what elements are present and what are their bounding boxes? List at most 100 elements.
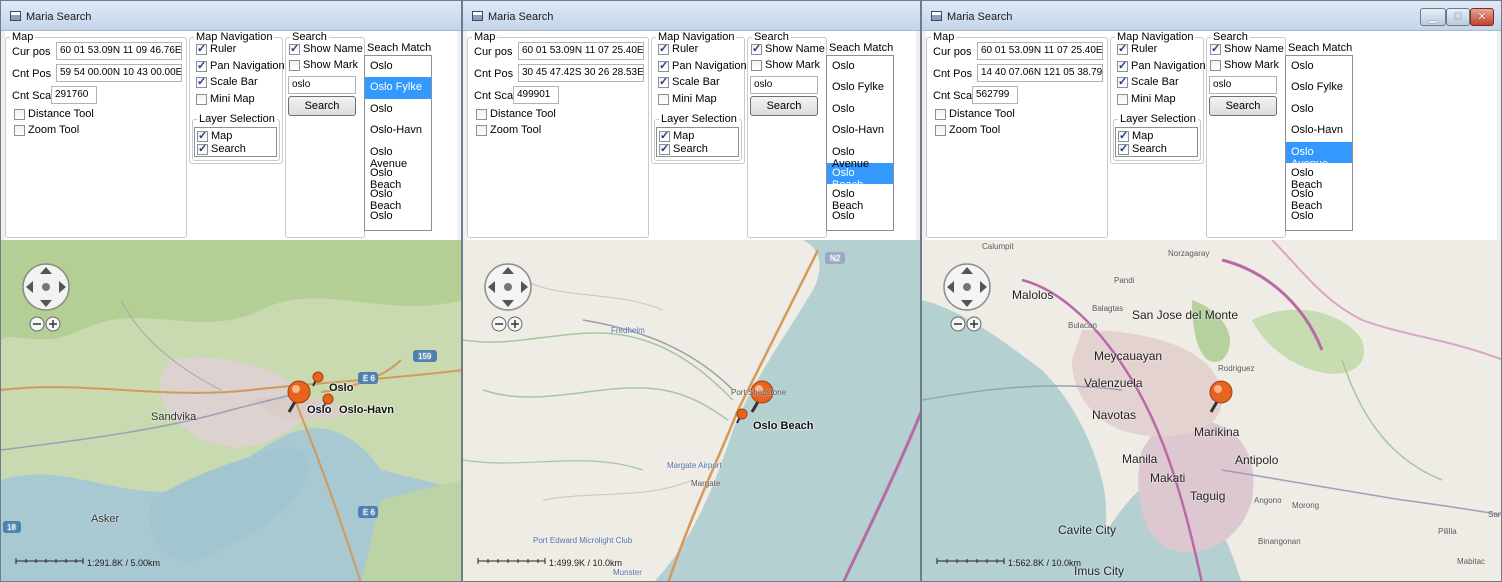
distance-tool-checkbox[interactable]: Distance Tool bbox=[935, 108, 1015, 120]
pan-navigation-checkbox[interactable]: Pan Navigation bbox=[1117, 59, 1206, 72]
ruler-checkbox[interactable]: Ruler bbox=[196, 42, 236, 55]
search-match-item[interactable]: Oslo bbox=[827, 56, 893, 77]
show-name-checkbox[interactable]: Show Name bbox=[751, 42, 825, 55]
search-match-item[interactable]: Oslo bbox=[1286, 56, 1352, 77]
cnt-pos-field[interactable]: 14 40 07.06N 121 05 38.79E bbox=[977, 64, 1103, 82]
layer-map-checkbox-box[interactable] bbox=[659, 129, 670, 142]
pan-navigation-checkbox-box[interactable] bbox=[658, 59, 669, 72]
zoom-tool-checkbox[interactable]: Zoom Tool bbox=[14, 124, 79, 136]
layer-map-checkbox[interactable]: Map bbox=[659, 129, 694, 142]
scale-bar-checkbox-box[interactable] bbox=[658, 75, 669, 88]
search-match-item[interactable]: Oslo Avenue bbox=[1286, 141, 1352, 170]
ruler-checkbox-box[interactable] bbox=[658, 42, 669, 55]
search-match-list[interactable]: Oslo Oslo Fylke Oslo Oslo-Havn Oslo Avenue Os… bbox=[826, 55, 894, 231]
show-mark-checkbox[interactable]: Show Mark bbox=[289, 59, 358, 71]
layer-search-checkbox-box[interactable] bbox=[197, 142, 208, 155]
layer-map-checkbox[interactable]: Map bbox=[197, 129, 232, 142]
search-match-item[interactable]: Oslo-Havn bbox=[365, 120, 431, 141]
show-mark-checkbox-box[interactable] bbox=[751, 59, 762, 71]
distance-tool-checkbox-box[interactable] bbox=[935, 108, 946, 120]
search-match-item[interactable]: Oslo Fylke bbox=[827, 77, 893, 98]
search-match-item[interactable]: Oslo Fylke bbox=[365, 77, 431, 99]
ruler-checkbox[interactable]: Ruler bbox=[658, 42, 698, 55]
layer-map-checkbox-box[interactable] bbox=[197, 129, 208, 142]
search-match-item[interactable]: Oslo bbox=[827, 99, 893, 120]
cnt-sca-field[interactable]: 562799 bbox=[972, 86, 1018, 104]
cnt-sca-field[interactable]: 499901 bbox=[513, 86, 559, 104]
search-match-item[interactable]: Oslo-Havn bbox=[1286, 120, 1352, 141]
search-match-list[interactable]: Oslo Oslo Fylke Oslo Oslo-Havn Oslo Avenue Os… bbox=[364, 55, 432, 231]
scale-bar-checkbox-box[interactable] bbox=[196, 75, 207, 88]
map-pin-small[interactable] bbox=[310, 371, 324, 389]
map-pin-large[interactable] bbox=[1206, 380, 1234, 420]
pan-navigation-checkbox-box[interactable] bbox=[196, 59, 207, 72]
search-button[interactable]: Search bbox=[750, 96, 818, 116]
close-button[interactable]: ✕ bbox=[1470, 8, 1494, 26]
zoom-tool-checkbox-box[interactable] bbox=[14, 124, 25, 136]
ruler-checkbox-box[interactable] bbox=[1117, 42, 1128, 55]
layer-search-checkbox[interactable]: Search bbox=[197, 142, 246, 155]
cnt-pos-field[interactable]: 30 45 47.42S 30 26 28.53E bbox=[518, 64, 644, 82]
search-input[interactable]: oslo bbox=[750, 76, 818, 94]
distance-tool-checkbox-box[interactable] bbox=[476, 108, 487, 120]
show-name-checkbox-box[interactable] bbox=[1210, 42, 1221, 55]
map-pin-small[interactable] bbox=[734, 408, 748, 426]
mini-map-checkbox[interactable]: Mini Map bbox=[658, 93, 717, 105]
show-mark-checkbox-box[interactable] bbox=[289, 59, 300, 71]
show-mark-checkbox-box[interactable] bbox=[1210, 59, 1221, 71]
distance-tool-checkbox[interactable]: Distance Tool bbox=[476, 108, 556, 120]
mini-map-checkbox[interactable]: Mini Map bbox=[1117, 93, 1176, 105]
map-view[interactable]: Malolos San Jose del Monte Meycauayan Valen… bbox=[922, 240, 1501, 581]
search-button[interactable]: Search bbox=[1209, 96, 1277, 116]
show-name-checkbox-box[interactable] bbox=[289, 42, 300, 55]
pan-navigator[interactable] bbox=[483, 262, 533, 312]
layer-search-checkbox-box[interactable] bbox=[1118, 142, 1129, 155]
zoom-tool-checkbox[interactable]: Zoom Tool bbox=[476, 124, 541, 136]
show-name-checkbox[interactable]: Show Name bbox=[1210, 42, 1284, 55]
pan-navigator[interactable] bbox=[942, 262, 992, 312]
maximize-button[interactable]: □ bbox=[1446, 8, 1470, 26]
ruler-checkbox-box[interactable] bbox=[196, 42, 207, 55]
distance-tool-checkbox[interactable]: Distance Tool bbox=[14, 108, 94, 120]
pan-navigator[interactable] bbox=[21, 262, 71, 312]
map-view[interactable]: Oslo Beach Port Shepstone Margate Margat… bbox=[463, 240, 920, 581]
search-match-list[interactable]: Oslo Oslo Fylke Oslo Oslo-Havn Oslo Avenue Os… bbox=[1285, 55, 1353, 231]
search-match-item[interactable]: Oslo bbox=[365, 99, 431, 120]
search-button[interactable]: Search bbox=[288, 96, 356, 116]
layer-search-checkbox-box[interactable] bbox=[659, 142, 670, 155]
title-bar[interactable]: Maria Search ▁ □ ✕ bbox=[922, 1, 1501, 31]
mini-map-checkbox[interactable]: Mini Map bbox=[196, 93, 255, 105]
pan-navigation-checkbox[interactable]: Pan Navigation bbox=[658, 59, 747, 72]
search-input[interactable]: oslo bbox=[288, 76, 356, 94]
search-input[interactable]: oslo bbox=[1209, 76, 1277, 94]
search-match-item[interactable]: Oslo Fylke bbox=[1286, 77, 1352, 98]
title-bar[interactable]: Maria Search bbox=[463, 1, 920, 31]
minimize-button[interactable]: ▁ bbox=[1420, 8, 1446, 26]
search-match-item[interactable]: Oslo bbox=[365, 56, 431, 77]
map-pin-large[interactable] bbox=[747, 380, 775, 420]
map-view[interactable]: Oslo Oslo Oslo-Havn Sandvika Asker E 6 E… bbox=[1, 240, 461, 581]
mini-map-checkbox-box[interactable] bbox=[658, 93, 669, 105]
search-match-item[interactable]: Oslo Avenue bbox=[827, 142, 893, 170]
zoom-tool-checkbox[interactable]: Zoom Tool bbox=[935, 124, 1000, 136]
show-name-checkbox[interactable]: Show Name bbox=[289, 42, 363, 55]
distance-tool-checkbox-box[interactable] bbox=[14, 108, 25, 120]
pan-navigation-checkbox-box[interactable] bbox=[1117, 59, 1128, 72]
scale-bar-checkbox[interactable]: Scale Bar bbox=[658, 75, 720, 88]
ruler-checkbox[interactable]: Ruler bbox=[1117, 42, 1157, 55]
pan-navigation-checkbox[interactable]: Pan Navigation bbox=[196, 59, 285, 72]
layer-map-checkbox[interactable]: Map bbox=[1118, 129, 1153, 142]
show-mark-checkbox[interactable]: Show Mark bbox=[751, 59, 820, 71]
cur-pos-field[interactable]: 60 01 53.09N 11 09 46.76E bbox=[56, 42, 182, 60]
layer-map-checkbox-box[interactable] bbox=[1118, 129, 1129, 142]
scale-bar-checkbox[interactable]: Scale Bar bbox=[196, 75, 258, 88]
search-match-item[interactable]: Oslo-Havn bbox=[827, 120, 893, 141]
cur-pos-field[interactable]: 60 01 53.09N 11 07 25.40E bbox=[977, 42, 1103, 60]
search-match-item[interactable]: Oslo bbox=[1286, 99, 1352, 120]
show-name-checkbox-box[interactable] bbox=[751, 42, 762, 55]
zoom-tool-checkbox-box[interactable] bbox=[935, 124, 946, 136]
cnt-pos-field[interactable]: 59 54 00.00N 10 43 00.00E bbox=[56, 64, 182, 82]
cur-pos-field[interactable]: 60 01 53.09N 11 07 25.40E bbox=[518, 42, 644, 60]
layer-search-checkbox[interactable]: Search bbox=[1118, 142, 1167, 155]
zoom-tool-checkbox-box[interactable] bbox=[476, 124, 487, 136]
